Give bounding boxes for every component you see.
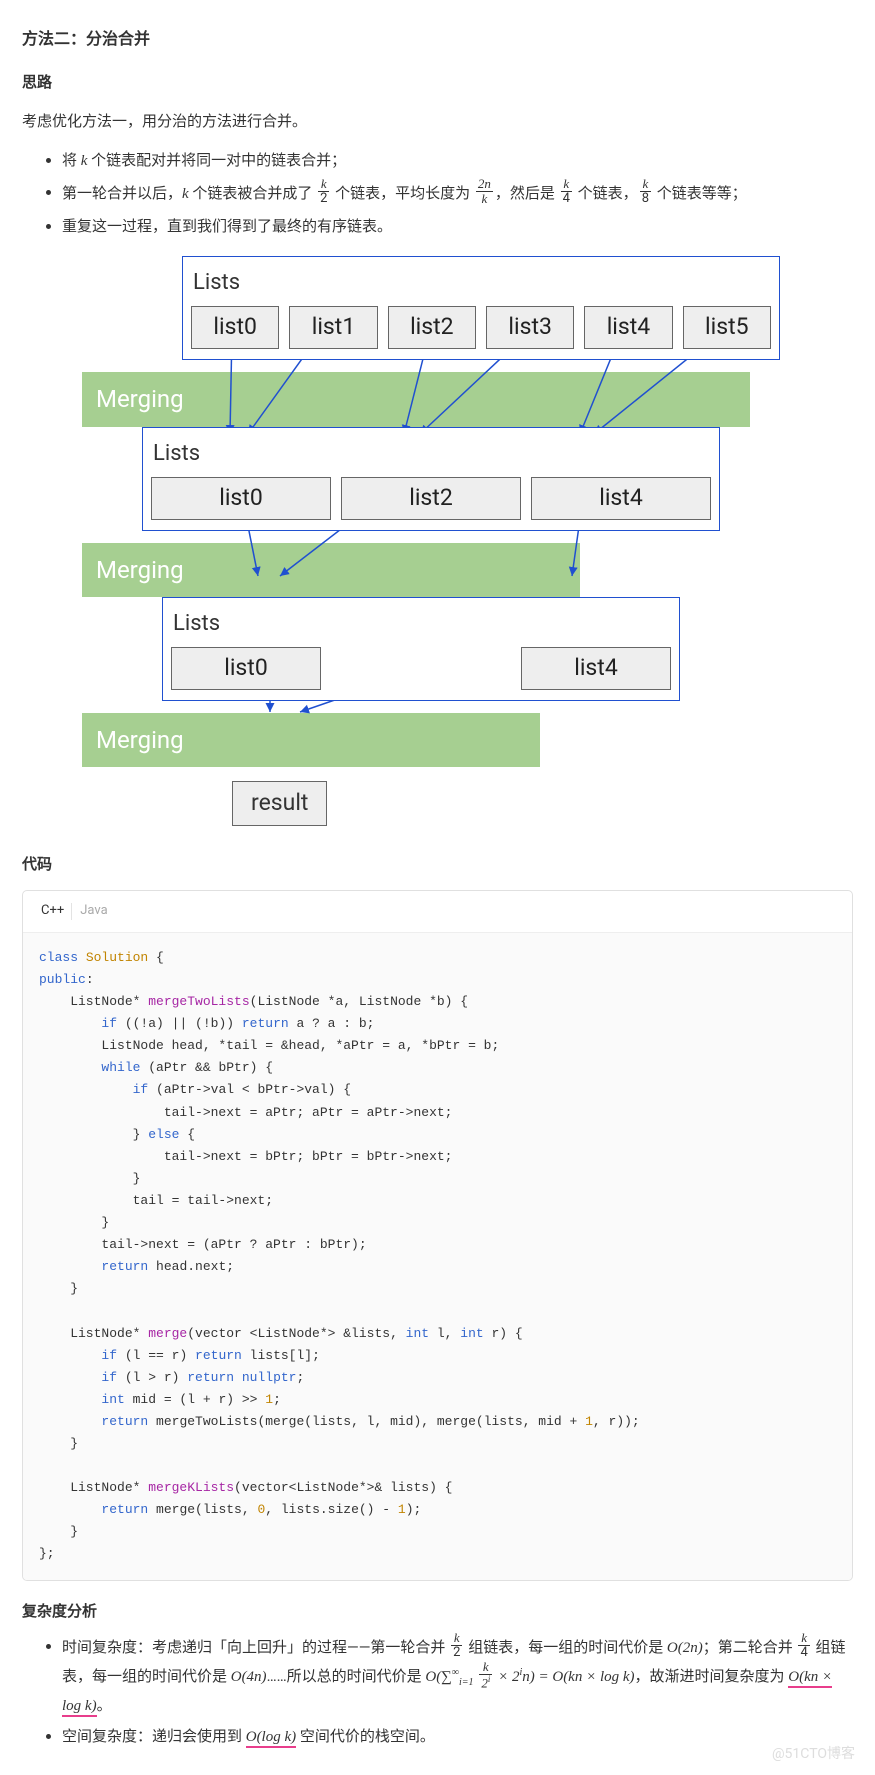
idea-list: 将 k 个链表配对并将同一对中的链表合并； 第一轮合并以后，k 个链表被合并成了… (22, 148, 853, 239)
idea-heading: 思路 (22, 70, 853, 94)
intro-text: 考虑优化方法一，用分治的方法进行合并。 (22, 109, 853, 133)
list-box: list4 (584, 306, 672, 349)
merge-diagram: Lists list0list1list2list3list4list5 Mer… (82, 256, 782, 834)
list-box: list0 (171, 647, 321, 690)
result-box: result (232, 781, 327, 826)
list-item: 将 k 个链表配对并将同一对中的链表合并； (62, 148, 853, 173)
code-content: class Solution { public: ListNode* merge… (23, 933, 852, 1580)
watermark: @51CTO博客 (772, 1743, 855, 1765)
code-block: C++ Java class Solution { public: ListNo… (22, 890, 853, 1580)
list-item: 重复这一过程，直到我们得到了最终的有序链表。 (62, 214, 853, 238)
code-tabs: C++ Java (23, 891, 852, 933)
list-box: list3 (486, 306, 574, 349)
list-box: list4 (521, 647, 671, 690)
list-box: list1 (289, 306, 377, 349)
list-box: list4 (531, 477, 711, 520)
method-title: 方法二：分治合并 (22, 26, 853, 52)
list-item: 时间复杂度：考虑递归「向上回升」的过程——第一轮合并 k2 组链表，每一组的时间… (62, 1633, 853, 1719)
code-heading: 代码 (22, 852, 853, 876)
tab-cpp[interactable]: C++ (33, 891, 72, 932)
list-box: list0 (151, 477, 331, 520)
analysis-list: 时间复杂度：考虑递归「向上回升」的过程——第一轮合并 k2 组链表，每一组的时间… (22, 1633, 853, 1750)
analysis-heading: 复杂度分析 (22, 1599, 853, 1623)
list-item: 空间复杂度：递归会使用到 O(log k) 空间代价的栈空间。 (62, 1724, 853, 1749)
tab-java[interactable]: Java (72, 891, 115, 932)
list-box: list2 (388, 306, 476, 349)
list-box: list0 (191, 306, 279, 349)
list-box: list2 (341, 477, 521, 520)
list-box: list5 (683, 306, 771, 349)
list-item: 第一轮合并以后，k 个链表被合并成了 k2 个链表，平均长度为 2nk，然后是 … (62, 179, 853, 209)
